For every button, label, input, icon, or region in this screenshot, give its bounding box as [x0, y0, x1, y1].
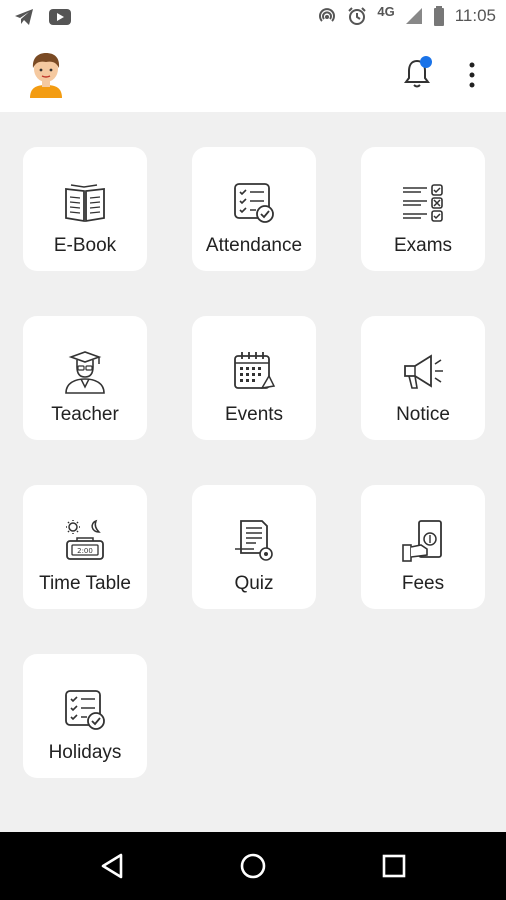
- app-bar: [0, 36, 506, 112]
- checklist-icon: [234, 183, 274, 223]
- signal-icon: [405, 8, 422, 24]
- tile-teacher[interactable]: Teacher: [23, 316, 147, 440]
- alarm-icon: [348, 7, 367, 25]
- home-icon[interactable]: [239, 852, 267, 880]
- navigation-bar: [0, 832, 506, 900]
- recents-icon[interactable]: [380, 852, 408, 880]
- tile-label: Quiz: [234, 573, 274, 594]
- tile-fees[interactable]: Fees: [361, 485, 485, 609]
- tile-label: Teacher: [51, 404, 119, 425]
- telegram-icon: [15, 9, 33, 25]
- status-bar: 4G 11:05: [0, 0, 506, 36]
- battery-icon: [433, 6, 444, 26]
- back-icon[interactable]: [99, 852, 127, 880]
- exam-icon: [403, 184, 443, 222]
- youtube-icon: [49, 9, 71, 25]
- tile-label: Time Table: [39, 573, 131, 594]
- money-icon: [402, 520, 442, 562]
- avatar[interactable]: [26, 50, 66, 98]
- tile-quiz[interactable]: Quiz: [192, 485, 316, 609]
- tile-holidays[interactable]: Holidays: [23, 654, 147, 778]
- tile-attendance[interactable]: Attendance: [192, 147, 316, 271]
- svg-text:2:00: 2:00: [77, 547, 93, 555]
- tile-label: Events: [224, 404, 284, 425]
- tile-label: Holidays: [48, 742, 122, 763]
- book-icon: [65, 184, 105, 223]
- quiz-icon: [235, 520, 273, 561]
- tile-time-table[interactable]: 2:00 Time Table: [23, 485, 147, 609]
- tile-label: Fees: [401, 573, 445, 594]
- teacher-icon: [65, 351, 105, 394]
- checklist-icon: [65, 690, 105, 730]
- tile-notice[interactable]: Notice: [361, 316, 485, 440]
- more-vert-icon[interactable]: [468, 62, 476, 88]
- hotspot-icon: [319, 8, 336, 22]
- clock-icon: 2:00: [66, 519, 104, 560]
- tile-events[interactable]: Events: [192, 316, 316, 440]
- network-type: 4G: [377, 3, 395, 19]
- calendar-icon: [234, 352, 276, 390]
- tile-label: Attendance: [205, 235, 303, 256]
- tile-label: E-Book: [53, 235, 117, 256]
- notification-badge: [420, 56, 432, 68]
- megaphone-icon: [404, 354, 443, 389]
- tile-label: Notice: [396, 404, 450, 425]
- tile-label: Exams: [393, 235, 453, 256]
- tile-ebook[interactable]: E-Book: [23, 147, 147, 271]
- clock: 11:05: [454, 6, 496, 25]
- tile-exams[interactable]: Exams: [361, 147, 485, 271]
